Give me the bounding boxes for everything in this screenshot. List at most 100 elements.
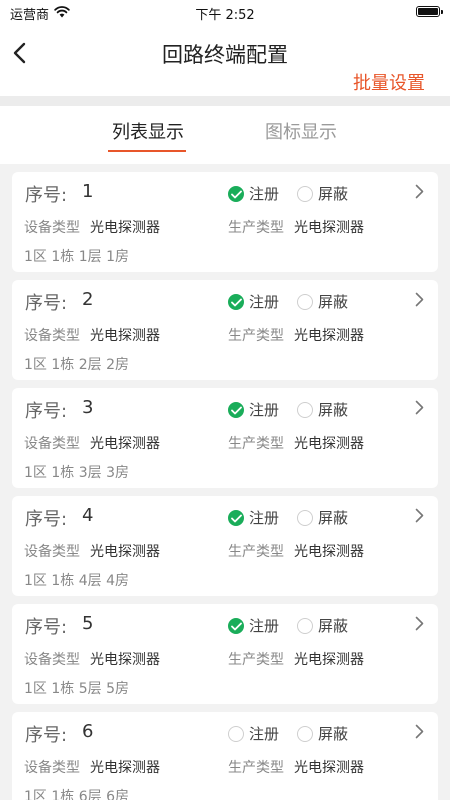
radio-empty-icon[interactable] (297, 293, 313, 310)
register-label: 注册 (249, 509, 280, 527)
shield-option[interactable]: 屏蔽 (297, 723, 348, 744)
battery-icon (416, 6, 443, 17)
prod-type-value: 光电探测器 (294, 760, 364, 776)
seq-number: 3 (82, 397, 94, 418)
seq-label: 序号: (25, 617, 68, 638)
divider (0, 96, 450, 106)
register-option[interactable]: 注册 (228, 723, 279, 744)
device-type-label: 设备类型 (24, 436, 80, 452)
radio-empty-icon[interactable] (297, 509, 313, 526)
register-label: 注册 (249, 293, 280, 311)
device-type-value: 光电探测器 (90, 220, 160, 236)
shield-label: 屏蔽 (318, 617, 349, 635)
radio-empty-icon[interactable] (297, 617, 313, 634)
prod-type-value: 光电探测器 (294, 220, 364, 236)
check-circle-icon[interactable] (228, 401, 244, 418)
terminal-card[interactable]: 序号: 3 注册 屏蔽 设备类型 光电探测器 生产类型 光电探测器 1区 1栋 3层 3房 (12, 388, 438, 488)
location-text: 1区 1栋 4层 4房 (24, 573, 129, 589)
terminal-list: 序号: 1 注册 屏蔽 设备类型 光电探测器 生产类型 光电探测器 1区 1栋 1层 1房 序号:… (0, 164, 450, 800)
prod-type-label: 生产类型 (228, 328, 284, 344)
device-type-value: 光电探测器 (90, 760, 160, 776)
tab-icon-view[interactable]: 图标显示 (241, 118, 361, 144)
shield-option[interactable]: 屏蔽 (297, 615, 348, 636)
prod-type-label: 生产类型 (228, 652, 284, 668)
terminal-card[interactable]: 序号: 6 注册 屏蔽 设备类型 光电探测器 生产类型 光电探测器 1区 1栋 6层 6房 (12, 712, 438, 800)
shield-option[interactable]: 屏蔽 (297, 399, 348, 420)
check-circle-icon[interactable] (228, 617, 244, 634)
terminal-card[interactable]: 序号: 5 注册 屏蔽 设备类型 光电探测器 生产类型 光电探测器 1区 1栋 5层 5房 (12, 604, 438, 704)
register-label: 注册 (249, 617, 280, 635)
register-label: 注册 (249, 725, 280, 743)
seq-number: 1 (82, 181, 94, 202)
register-label: 注册 (249, 401, 280, 419)
seq-label: 序号: (25, 293, 68, 314)
check-circle-icon[interactable] (228, 509, 244, 526)
shield-option[interactable]: 屏蔽 (297, 507, 348, 528)
device-type-value: 光电探测器 (90, 328, 160, 344)
chevron-right-icon (415, 184, 424, 199)
location-text: 1区 1栋 1层 1房 (24, 249, 129, 265)
seq-number: 2 (82, 289, 94, 310)
device-type-value: 光电探测器 (90, 652, 160, 668)
terminal-card[interactable]: 序号: 1 注册 屏蔽 设备类型 光电探测器 生产类型 光电探测器 1区 1栋 1层 1房 (12, 172, 438, 272)
device-type-label: 设备类型 (24, 652, 80, 668)
tab-list-view[interactable]: 列表显示 (88, 118, 208, 144)
shield-label: 屏蔽 (318, 401, 349, 419)
device-type-value: 光电探测器 (90, 544, 160, 560)
check-circle-icon[interactable] (228, 293, 244, 310)
terminal-card[interactable]: 序号: 2 注册 屏蔽 设备类型 光电探测器 生产类型 光电探测器 1区 1栋 2层 2房 (12, 280, 438, 380)
chevron-right-icon (415, 616, 424, 631)
seq-label: 序号: (25, 185, 68, 206)
seq-label: 序号: (25, 725, 68, 746)
status-bar: 运营商 下午 2:52 (0, 0, 450, 24)
seq-number: 5 (82, 613, 94, 634)
seq-number: 4 (82, 505, 94, 526)
device-type-value: 光电探测器 (90, 436, 160, 452)
shield-label: 屏蔽 (318, 725, 349, 743)
active-tab-indicator (108, 150, 186, 152)
radio-empty-icon[interactable] (297, 401, 313, 418)
prod-type-label: 生产类型 (228, 544, 284, 560)
shield-option[interactable]: 屏蔽 (297, 291, 348, 312)
terminal-card[interactable]: 序号: 4 注册 屏蔽 设备类型 光电探测器 生产类型 光电探测器 1区 1栋 4层 4房 (12, 496, 438, 596)
page-title: 回路终端配置 (162, 43, 288, 67)
location-text: 1区 1栋 5层 5房 (24, 681, 129, 697)
radio-empty-icon[interactable] (297, 725, 313, 742)
nav-bar: 回路终端配置 批量设置 (0, 24, 450, 96)
chevron-right-icon (415, 292, 424, 307)
device-type-label: 设备类型 (24, 328, 80, 344)
status-time: 下午 2:52 (195, 8, 255, 23)
register-option[interactable]: 注册 (228, 291, 279, 312)
prod-type-value: 光电探测器 (294, 436, 364, 452)
location-text: 1区 1栋 2层 2房 (24, 357, 129, 373)
device-type-label: 设备类型 (24, 760, 80, 776)
shield-label: 屏蔽 (318, 185, 349, 203)
register-option[interactable]: 注册 (228, 615, 279, 636)
prod-type-value: 光电探测器 (294, 328, 364, 344)
chevron-right-icon (415, 400, 424, 415)
device-type-label: 设备类型 (24, 544, 80, 560)
shield-label: 屏蔽 (318, 293, 349, 311)
shield-label: 屏蔽 (318, 509, 349, 527)
prod-type-label: 生产类型 (228, 220, 284, 236)
prod-type-value: 光电探测器 (294, 544, 364, 560)
seq-label: 序号: (25, 401, 68, 422)
chevron-right-icon (415, 508, 424, 523)
tab-bar: 列表显示 图标显示 (0, 106, 450, 164)
batch-settings-button[interactable]: 批量设置 (353, 69, 425, 95)
prod-type-label: 生产类型 (228, 760, 284, 776)
register-label: 注册 (249, 185, 280, 203)
prod-type-value: 光电探测器 (294, 652, 364, 668)
prod-type-label: 生产类型 (228, 436, 284, 452)
check-circle-icon[interactable] (228, 185, 244, 202)
radio-empty-icon[interactable] (297, 185, 313, 202)
shield-option[interactable]: 屏蔽 (297, 183, 348, 204)
location-text: 1区 1栋 6层 6房 (24, 789, 129, 800)
radio-empty-icon[interactable] (228, 725, 244, 742)
seq-number: 6 (82, 721, 94, 742)
seq-label: 序号: (25, 509, 68, 530)
register-option[interactable]: 注册 (228, 183, 279, 204)
chevron-right-icon (415, 724, 424, 739)
register-option[interactable]: 注册 (228, 507, 279, 528)
register-option[interactable]: 注册 (228, 399, 279, 420)
